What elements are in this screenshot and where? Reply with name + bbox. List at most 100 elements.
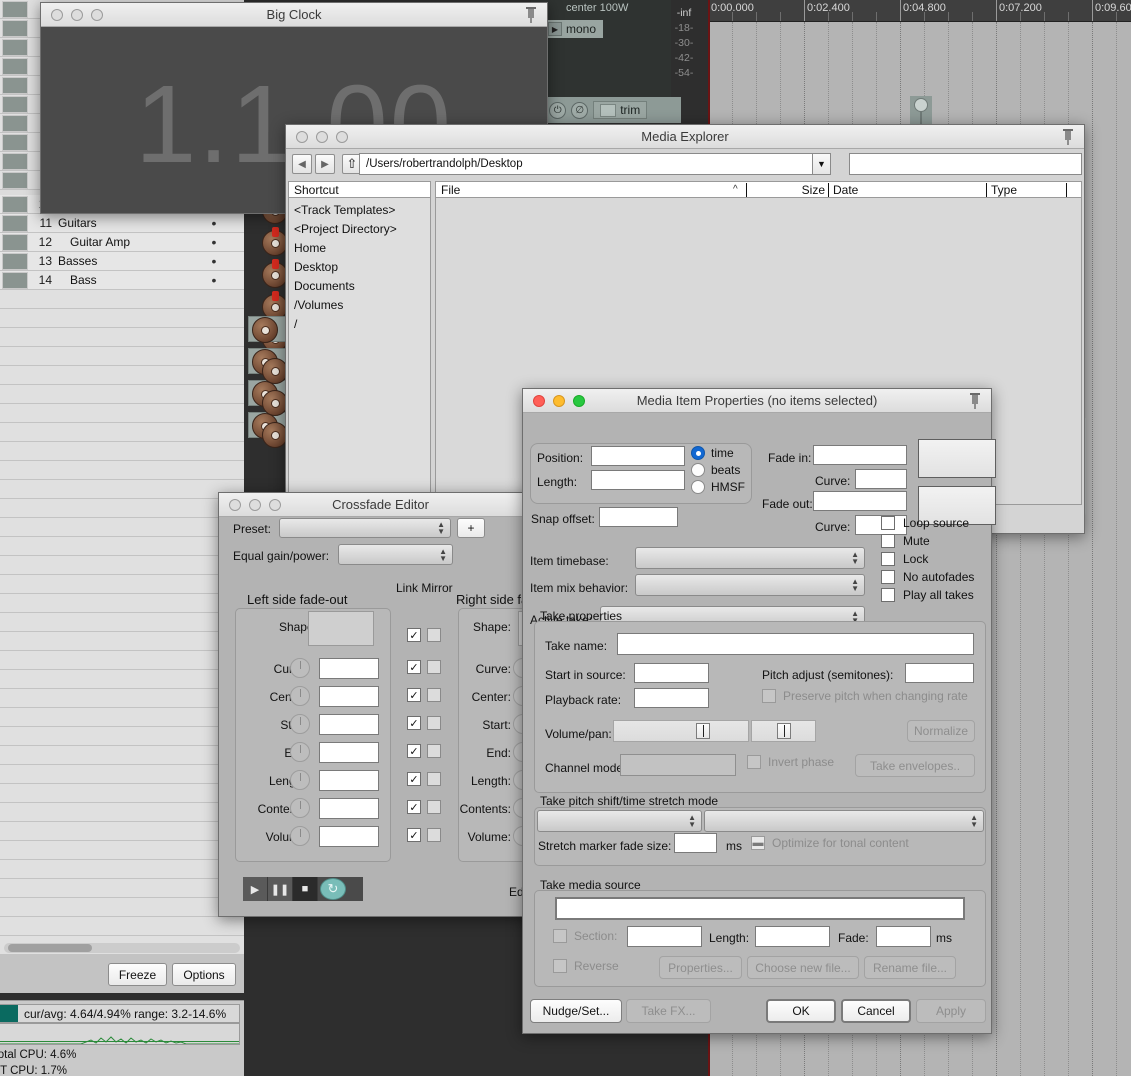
- track-row-empty[interactable]: [0, 556, 244, 575]
- take-envelopes-button[interactable]: Take envelopes..: [855, 754, 975, 777]
- checkbox-icon[interactable]: [881, 516, 895, 530]
- zoom-icon[interactable]: [91, 8, 103, 21]
- track-record-dot[interactable]: •: [184, 273, 244, 287]
- media-source-input[interactable]: [555, 897, 965, 920]
- track-row-empty[interactable]: [0, 385, 244, 404]
- crossfade-transport[interactable]: ▶ ❚❚ ■ ↻: [243, 877, 363, 901]
- radio-icon[interactable]: [691, 480, 705, 494]
- window-controls[interactable]: [41, 8, 103, 21]
- track-row-empty[interactable]: [0, 670, 244, 689]
- left-length-knob[interactable]: [290, 770, 310, 790]
- window-controls[interactable]: [286, 130, 348, 143]
- path-input[interactable]: /Users/robertrandolph/Desktop ▼: [359, 153, 831, 175]
- time-unit-radio-group[interactable]: time beats HMSF: [691, 446, 745, 494]
- checkbox-icon[interactable]: [881, 552, 895, 566]
- track-row[interactable]: 14 Bass •: [0, 271, 244, 290]
- checkbox-icon[interactable]: [553, 929, 567, 943]
- checkbox-icon[interactable]: [881, 534, 895, 548]
- mirror-checkbox[interactable]: [427, 828, 441, 842]
- left-center-knob[interactable]: [290, 686, 310, 706]
- track-row-empty[interactable]: [0, 537, 244, 556]
- col-divider[interactable]: [746, 182, 747, 197]
- track-color-swatch[interactable]: [2, 133, 28, 151]
- track-color-swatch[interactable]: [2, 19, 28, 37]
- fade-in-curve-input[interactable]: [855, 469, 907, 489]
- fade-in-preview[interactable]: [918, 439, 996, 478]
- window-controls[interactable]: [523, 394, 585, 407]
- track-color-swatch[interactable]: [2, 76, 28, 94]
- track-row-empty[interactable]: [0, 727, 244, 746]
- source-fade-input[interactable]: [876, 926, 931, 947]
- track-row-empty[interactable]: [0, 575, 244, 594]
- source-length-input[interactable]: [755, 926, 830, 947]
- shortcut-item[interactable]: Home: [294, 239, 430, 258]
- cancel-button[interactable]: Cancel: [841, 999, 911, 1023]
- link-checkbox[interactable]: ✓: [407, 744, 421, 758]
- track-row-empty[interactable]: [0, 461, 244, 480]
- track-record-dot[interactable]: •: [184, 235, 244, 249]
- shortcut-list[interactable]: <Track Templates> <Project Directory> Home…: [288, 198, 431, 505]
- track-color-swatch[interactable]: [2, 271, 28, 289]
- track-row-empty[interactable]: [0, 309, 244, 328]
- col-divider[interactable]: [828, 182, 829, 197]
- track-color-swatch[interactable]: [2, 114, 28, 132]
- radio-icon[interactable]: [691, 463, 705, 477]
- track-row-empty[interactable]: [0, 328, 244, 347]
- link-checkbox[interactable]: ✓: [407, 716, 421, 730]
- crossfade-titlebar[interactable]: Crossfade Editor: [219, 493, 542, 517]
- tcp-scrollbar[interactable]: [4, 943, 240, 953]
- shortcut-item[interactable]: Documents: [294, 277, 430, 296]
- radio-hmsf[interactable]: HMSF: [691, 480, 745, 494]
- col-size[interactable]: Size: [781, 183, 825, 197]
- left-shape-preview[interactable]: [308, 611, 374, 646]
- track-row[interactable]: 12 Guitar Amp •: [0, 233, 244, 252]
- pause-icon[interactable]: ❚❚: [268, 877, 293, 901]
- checkbox-no-autofades[interactable]: No autofades: [881, 570, 974, 584]
- mixer-strip-main[interactable]: [531, 0, 671, 110]
- minimize-icon[interactable]: [553, 394, 565, 407]
- track-row-empty[interactable]: [0, 480, 244, 499]
- section-checkbox[interactable]: Section:: [553, 929, 617, 943]
- media-explorer-titlebar[interactable]: Media Explorer: [286, 125, 1084, 149]
- media-explorer-nav[interactable]: ◀ ▶ ⇧: [292, 153, 362, 175]
- checkbox-lock[interactable]: Lock: [881, 552, 928, 566]
- track-color-swatch[interactable]: [2, 233, 28, 251]
- nudge-set-button[interactable]: Nudge/Set...: [530, 999, 622, 1023]
- forward-icon[interactable]: ▶: [315, 154, 335, 174]
- left-center-input[interactable]: [319, 686, 379, 707]
- shortcut-item[interactable]: /: [294, 315, 430, 334]
- left-end-input[interactable]: [319, 742, 379, 763]
- choose-new-file-button[interactable]: Choose new file...: [747, 956, 859, 979]
- track-row-empty[interactable]: [0, 366, 244, 385]
- col-divider[interactable]: [986, 182, 987, 197]
- pin-icon[interactable]: [1060, 128, 1076, 146]
- minimize-icon[interactable]: [71, 8, 83, 21]
- take-fx-button[interactable]: Take FX...: [626, 999, 711, 1023]
- checkbox-loop-source[interactable]: Loop source: [881, 516, 969, 530]
- shortcut-column-header[interactable]: Shortcut: [288, 181, 431, 198]
- mirror-checkbox[interactable]: [427, 800, 441, 814]
- power-icon[interactable]: ⏻: [549, 101, 567, 119]
- track-record-dot[interactable]: •: [184, 254, 244, 268]
- checkbox-icon[interactable]: ▬: [751, 836, 765, 850]
- left-curve-knob[interactable]: [290, 658, 310, 678]
- close-icon[interactable]: [533, 394, 545, 407]
- performance-meter[interactable]: cur/avg: 4.64/4.94% range: 3.2-14.6% Tot…: [0, 1000, 244, 1076]
- file-columns-header[interactable]: File ^ Size Date Type: [435, 181, 1082, 198]
- checkbox-icon[interactable]: [881, 588, 895, 602]
- take-name-input[interactable]: [617, 633, 974, 655]
- track-record-dot[interactable]: •: [184, 216, 244, 230]
- left-curve-input[interactable]: [319, 658, 379, 679]
- mixer-mono-button[interactable]: ▶ mono: [544, 20, 604, 38]
- col-divider[interactable]: [1066, 182, 1067, 197]
- freeze-button[interactable]: Freeze: [108, 963, 167, 986]
- col-date[interactable]: Date: [833, 183, 858, 197]
- stretch-mode-select[interactable]: ▲ ▼: [537, 810, 702, 832]
- track-row-empty[interactable]: [0, 765, 244, 784]
- mirror-checkbox[interactable]: [427, 716, 441, 730]
- track-row-empty[interactable]: [0, 860, 244, 879]
- left-volume-knob[interactable]: [290, 826, 310, 846]
- equal-gain-select[interactable]: ▲ ▼: [338, 544, 453, 565]
- media-item-properties-window[interactable]: Media Item Properties (no items selected…: [522, 388, 996, 1034]
- minimize-icon[interactable]: [316, 130, 328, 143]
